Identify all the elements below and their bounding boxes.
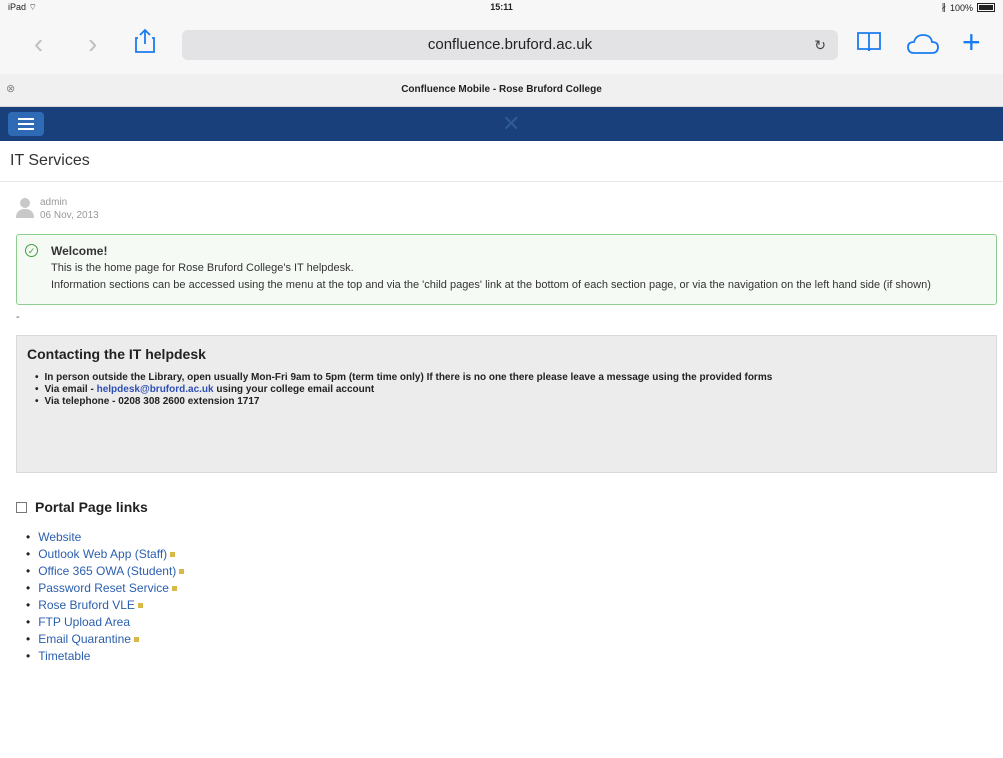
- author-name[interactable]: admin: [40, 197, 67, 208]
- welcome-line-1: This is the home page for Rose Bruford C…: [51, 262, 354, 274]
- contact-panel: Contacting the IT helpdesk In person out…: [16, 335, 997, 473]
- menu-icon-line: [18, 123, 34, 125]
- lock-icon: [170, 552, 176, 558]
- lock-icon: [137, 603, 143, 609]
- page-title: IT Services: [0, 141, 1003, 182]
- address-bar[interactable]: confluence.bruford.ac.uk ↻: [182, 30, 838, 60]
- reload-icon[interactable]: ↻: [814, 30, 826, 60]
- tab-title[interactable]: Confluence Mobile - Rose Bruford College: [0, 84, 1003, 95]
- menu-button[interactable]: [8, 112, 44, 136]
- forward-icon[interactable]: ›: [88, 30, 97, 58]
- portal-heading: Portal Page links: [16, 499, 987, 515]
- cloud-tabs-icon[interactable]: [906, 32, 940, 60]
- lock-icon: [171, 586, 177, 592]
- contact-item-telephone: Via telephone - 0208 308 2600 extension …: [35, 396, 986, 408]
- portal-link-website[interactable]: Website: [26, 529, 987, 546]
- battery-percent: 100%: [949, 2, 973, 13]
- separator-dash: -: [16, 311, 20, 323]
- lock-icon: [179, 569, 185, 575]
- expand-box-icon[interactable]: [16, 501, 27, 513]
- back-icon[interactable]: ‹: [34, 30, 43, 58]
- contact-list: In person outside the Library, open usua…: [27, 372, 986, 408]
- portal-link-outlook[interactable]: Outlook Web App (Staff): [26, 546, 987, 563]
- bluetooth-icon: ∦: [941, 2, 946, 12]
- url-text: confluence.bruford.ac.uk: [427, 36, 593, 53]
- lock-icon: [133, 637, 139, 643]
- bookmarks-icon[interactable]: [856, 30, 882, 58]
- status-time: 15:11: [490, 2, 513, 12]
- portal-link-password-reset[interactable]: Password Reset Service: [26, 580, 987, 597]
- tab-bar: ⊗ Confluence Mobile - Rose Bruford Colle…: [0, 74, 1003, 107]
- check-circle-icon: ✓: [25, 244, 38, 257]
- browser-toolbar: ‹ › confluence.bruford.ac.uk ↻ +: [0, 14, 1003, 74]
- portal-title: Portal Page links: [35, 499, 148, 515]
- contact-item-email: Via email - helpdesk@bruford.ac.uk using…: [35, 384, 986, 396]
- confluence-header: ✕: [0, 107, 1003, 141]
- portal-link-office365[interactable]: Office 365 OWA (Student): [26, 563, 987, 580]
- portal-section: Portal Page links Website Outlook Web Ap…: [16, 499, 987, 665]
- menu-icon-line: [18, 128, 34, 130]
- confluence-logo-icon[interactable]: ✕: [502, 111, 520, 137]
- contact-item-in-person: In person outside the Library, open usua…: [35, 372, 986, 384]
- portal-links-list: Website Outlook Web App (Staff) Office 3…: [16, 529, 987, 665]
- share-icon[interactable]: [134, 28, 156, 59]
- portal-link-timetable[interactable]: Timetable: [26, 648, 987, 665]
- page-date: 06 Nov, 2013: [40, 210, 99, 221]
- new-tab-icon[interactable]: +: [962, 26, 981, 58]
- page-meta: admin 06 Nov, 2013: [0, 182, 1003, 234]
- welcome-line-2: Information sections can be accessed usi…: [51, 279, 931, 291]
- status-right: ∦ 100%: [941, 2, 995, 13]
- welcome-title: Welcome!: [51, 244, 108, 258]
- battery-icon: [977, 3, 995, 12]
- portal-link-vle[interactable]: Rose Bruford VLE: [26, 597, 987, 614]
- welcome-panel: ✓ Welcome! This is the home page for Ros…: [16, 234, 997, 305]
- portal-link-email-quarantine[interactable]: Email Quarantine: [26, 631, 987, 648]
- avatar-icon: [16, 198, 34, 218]
- contact-title: Contacting the IT helpdesk: [27, 346, 206, 362]
- helpdesk-email-link[interactable]: helpdesk@bruford.ac.uk: [97, 384, 214, 395]
- status-bar: iPad ⌔ 15:11 ∦ 100%: [0, 0, 1003, 14]
- menu-icon-line: [18, 118, 34, 120]
- portal-link-ftp[interactable]: FTP Upload Area: [26, 614, 987, 631]
